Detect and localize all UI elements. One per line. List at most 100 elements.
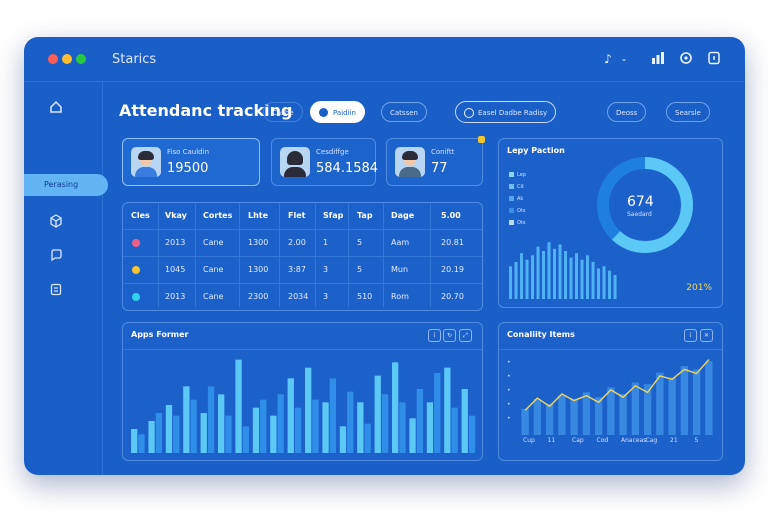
document-icon[interactable] (706, 51, 722, 67)
legend-item: Lep (509, 171, 526, 179)
bar (131, 429, 138, 453)
audio-icon[interactable]: ♪ (600, 51, 616, 67)
bar (235, 359, 242, 453)
row-status-dot (132, 239, 140, 247)
stat-value: 77 (431, 161, 448, 176)
panel-title: Conaliity Items (507, 330, 575, 339)
column-header[interactable]: Flet (288, 203, 305, 229)
avatar (131, 147, 161, 177)
mini-bar (525, 259, 529, 299)
filter-pill-catssen[interactable]: Catssen (381, 102, 427, 122)
row-status-dot (132, 266, 140, 274)
table-row[interactable]: 2013 Cane 2300 2034 3 510 Rom 20.70 (123, 283, 482, 310)
bar (138, 434, 145, 453)
filter-pill-searsle[interactable]: Searsle (666, 102, 710, 122)
filter-pill-paidiin[interactable]: Paidiin (310, 101, 365, 123)
table-cell: Aam (391, 238, 410, 247)
bar (357, 402, 364, 453)
cube-icon[interactable] (48, 214, 64, 230)
table-cell: 2013 (165, 238, 186, 247)
mini-bar (591, 261, 595, 299)
x-axis-ticks: Cup 11 Cap Cod Anaceas Cag 21 5 (519, 437, 715, 447)
stat-card[interactable]: Cesdiffge 584.1584 (271, 138, 379, 186)
bar (312, 399, 319, 453)
column-header[interactable]: 5.00 (441, 203, 461, 229)
filter-pill-deoss[interactable]: Deoss (607, 102, 647, 122)
bar (347, 391, 354, 453)
table-cell: 3 (323, 292, 329, 301)
row-status-dot (132, 293, 140, 301)
combo-panel: Conaliity Items i ✕ • • • • • Cup 11 Cap Co… (498, 322, 723, 461)
minimize-window-button[interactable] (62, 54, 72, 64)
column-header[interactable]: Sfap (323, 203, 343, 229)
chat-icon[interactable] (48, 248, 64, 264)
x-tick-label: 11 (547, 437, 556, 444)
mini-bar (536, 246, 540, 299)
x-tick-label: Cod (596, 437, 609, 444)
expand-icon[interactable]: ⤢ (459, 329, 472, 342)
combo-bar (533, 398, 542, 435)
table-row[interactable]: 1045 Cane 1300 3:87 3 5 Mun 20.19 (123, 256, 482, 283)
info-icon[interactable]: i (684, 329, 697, 342)
bar (416, 389, 424, 453)
bar (426, 402, 434, 453)
bar (374, 375, 381, 453)
close-window-button[interactable] (48, 54, 58, 64)
bar (252, 407, 260, 453)
combo-bar (558, 395, 566, 435)
donut-center-label: Saedard (627, 211, 652, 218)
stat-card[interactable]: Fiso Cauldin 19500 (122, 138, 260, 186)
bar (173, 415, 180, 453)
home-icon[interactable] (48, 100, 64, 116)
mini-bar (597, 268, 601, 299)
filter-pill-radisy[interactable]: Easel Dadbe Radisy (455, 101, 557, 123)
bar (381, 394, 389, 453)
stat-card[interactable]: Coniftt 77 (386, 136, 485, 186)
mini-bar (608, 270, 612, 299)
stat-label: Cesdiffge (316, 148, 349, 156)
column-header[interactable]: Dage (391, 203, 414, 229)
refresh-icon[interactable]: ↻ (443, 329, 456, 342)
mini-bar (531, 255, 535, 299)
sidebar-item-active[interactable]: Perasing (24, 174, 108, 196)
column-header[interactable]: Tap (357, 203, 373, 229)
info-icon[interactable]: i (428, 329, 441, 342)
legend-item: Ots (509, 219, 526, 227)
x-tick-label: 21 (670, 437, 678, 444)
mini-bar (509, 266, 513, 299)
maximize-window-button[interactable] (76, 54, 86, 64)
bar (399, 402, 406, 453)
clipboard-icon[interactable] (48, 282, 64, 298)
bar (392, 362, 399, 453)
table-row[interactable]: 2013 Cane 1300 2.00 1 5 Aam 20.81 (123, 229, 482, 256)
column-header[interactable]: Cortes (203, 203, 232, 229)
close-icon[interactable]: ✕ (700, 329, 713, 342)
stat-value: 584.1584 (316, 161, 379, 176)
attendance-table: Cles Vkay Cortes Lhte Flet Sfap Tap Dage… (122, 202, 483, 311)
settings-icon[interactable] (678, 51, 694, 67)
combo-bar (619, 394, 627, 435)
mini-bar (575, 253, 579, 299)
column-header[interactable]: Lhte (248, 203, 268, 229)
notification-badge (478, 136, 485, 143)
bar (287, 378, 294, 453)
x-tick-label: Cup (523, 437, 535, 444)
bar (183, 386, 190, 453)
bar (451, 407, 458, 453)
x-tick-label: Cag (645, 437, 658, 444)
bar (305, 367, 312, 453)
chevron-down-icon[interactable]: ⌄ (616, 51, 632, 67)
filter-pill-cashe[interactable]: Cashe (263, 102, 303, 122)
column-header[interactable]: Vkay (165, 203, 187, 229)
panel-title: Apps Former (131, 330, 189, 339)
mini-bar (547, 242, 551, 299)
stat-value: 19500 (167, 161, 209, 176)
bar-chart-icon[interactable] (650, 51, 666, 67)
mini-bar (564, 251, 568, 299)
bar (148, 421, 155, 453)
mini-bar (558, 244, 562, 299)
bar (434, 373, 441, 453)
column-header[interactable]: Cles (131, 203, 150, 229)
combo-bar (582, 392, 591, 435)
table-cell: Cane (203, 292, 224, 301)
